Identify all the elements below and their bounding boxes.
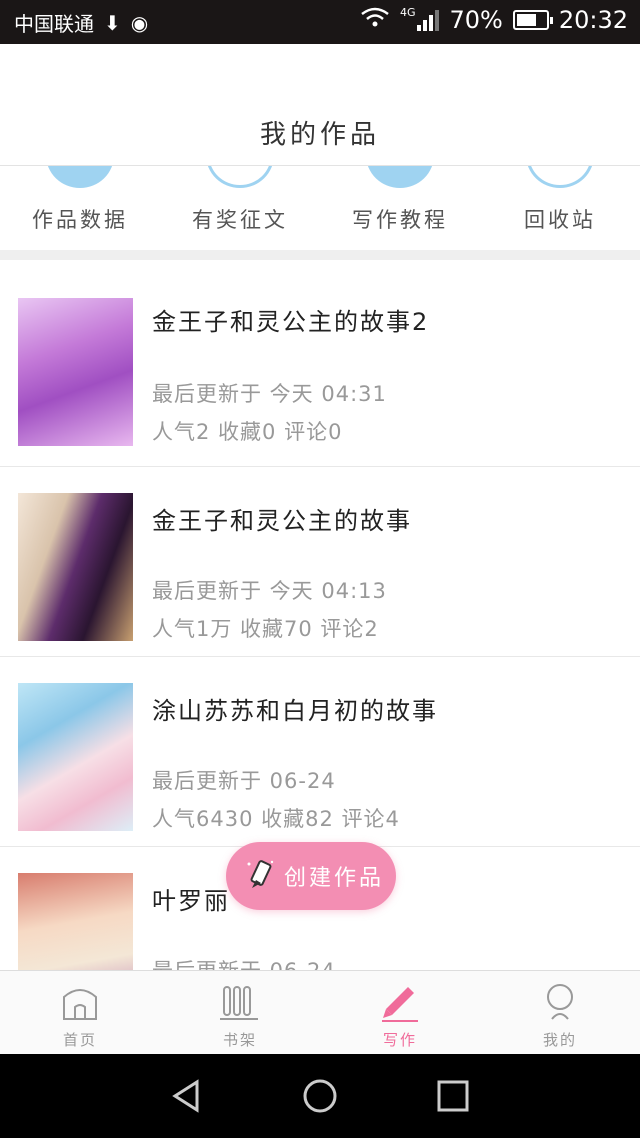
shortcut-tutorial[interactable]: 写作教程 [320,166,480,250]
pencil-icon [247,860,274,888]
shortcut-label: 回收站 [524,208,596,232]
shortcut-contest[interactable]: 有奖征文 [160,166,320,250]
work-updated: 最后更新于 今天 04:31 [152,382,387,406]
tab-writing[interactable]: 写作 [320,971,480,1054]
home-icon [63,989,97,1020]
bottom-tab-bar: 首页 书架 写作 我的 [0,970,640,1054]
tab-bookshelf[interactable]: 书架 [160,971,320,1054]
shortcut-label: 作品数据 [32,208,128,232]
cover-image [18,683,133,831]
list-item[interactable]: 金王子和灵公主的故事2 最后更新于 今天 04:31 人气2 收藏0 评论0 [0,260,640,467]
recents-icon[interactable] [433,1076,473,1116]
shortcut-recycle-bin[interactable]: 回收站 [480,166,640,250]
list-item[interactable]: 涂山苏苏和白月初的故事 最后更新于 06-24 人气6430 收藏82 评论4 [0,657,640,847]
notification-icon: ◉ [130,10,149,35]
wifi-icon [360,6,390,34]
tab-profile[interactable]: 我的 [480,971,640,1054]
tab-home[interactable]: 首页 [0,971,160,1054]
battery-icon [512,10,553,30]
download-icon: ⬇ [104,10,121,35]
work-updated: 最后更新于 06-24 [152,955,336,970]
page-title: 我的作品 [259,120,380,150]
section-divider [0,250,640,260]
cover-image [18,493,133,641]
home-button-icon[interactable] [300,1076,340,1116]
tab-label: 首页 [62,1031,97,1049]
tab-label: 书架 [222,1031,257,1049]
work-stats: 人气2 收藏0 评论0 [152,420,343,444]
work-updated: 最后更新于 今天 04:13 [152,579,387,603]
work-title: 涂山苏苏和白月初的故事 [152,697,438,725]
tab-label: 写作 [382,1031,417,1049]
create-work-button[interactable]: 创建作品 [226,842,396,910]
shortcut-work-data[interactable]: 作品数据 [0,166,160,250]
battery-percent: 70% [449,6,503,34]
bookshelf-icon [220,986,258,1020]
clock: 20:32 [558,6,628,34]
page-header: 我的作品 [0,44,640,166]
work-title: 金王子和灵公主的故事 [152,507,412,535]
work-updated: 最后更新于 06-24 [152,769,336,793]
work-title: 叶罗丽 [152,887,230,915]
carrier-label: 中国联通 [14,12,94,36]
signal-icon [417,9,440,31]
back-icon[interactable] [167,1076,207,1116]
work-stats: 人气1万 收藏70 评论2 [152,617,379,641]
tab-label: 我的 [542,1031,577,1049]
create-button-label: 创建作品 [284,866,385,891]
list-item[interactable]: 金王子和灵公主的故事 最后更新于 今天 04:13 人气1万 收藏70 评论2 [0,467,640,657]
cover-image [18,298,133,446]
work-stats: 人气6430 收藏82 评论4 [152,807,400,831]
shortcut-label: 有奖征文 [192,208,288,232]
cover-image [18,873,133,970]
shortcut-label: 写作教程 [352,208,448,232]
shortcut-row: 作品数据 有奖征文 写作教程 回收站 [0,166,640,250]
system-nav-bar [0,1054,640,1138]
work-title: 金王子和灵公主的故事2 [152,308,430,336]
network-type: 4G [399,5,416,19]
status-bar: 中国联通 ⬇ ◉ 4G 70% 20:32 [0,0,640,44]
pencil-icon [382,987,418,1022]
profile-icon [547,984,573,1020]
